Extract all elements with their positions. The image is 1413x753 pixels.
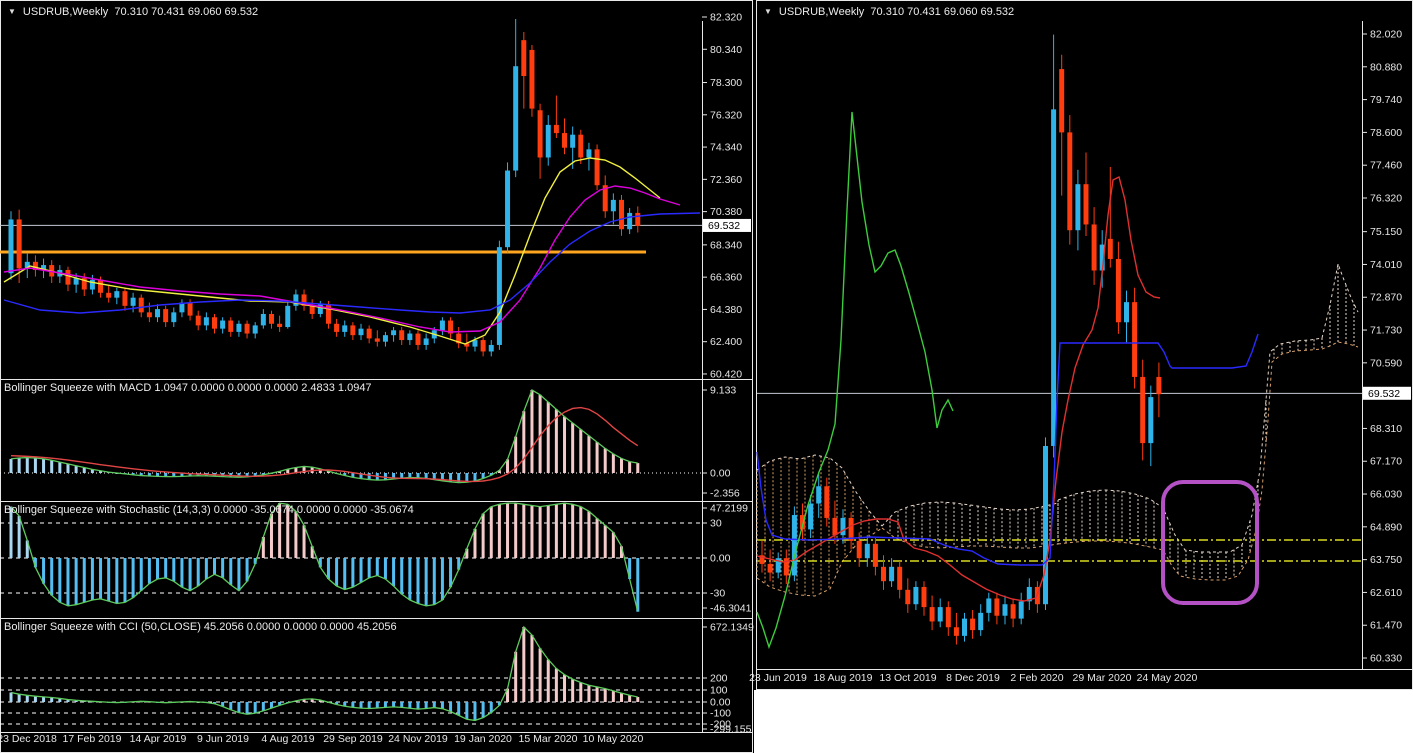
right-price-axis[interactable]: 82.020 80.880 79.740 78.600 77.460 76.320 75.1… bbox=[1362, 21, 1411, 669]
svg-text:76.320: 76.320 bbox=[710, 109, 742, 121]
macd-indicator-label: Bollinger Squeeze with MACD 1.0947 0.000… bbox=[4, 382, 372, 394]
svg-text:47.2199: 47.2199 bbox=[710, 503, 748, 515]
svg-text:66.030: 66.030 bbox=[1370, 489, 1402, 501]
svg-text:-2.356: -2.356 bbox=[710, 488, 740, 500]
right-candles-layer[interactable] bbox=[759, 34, 1162, 645]
svg-text:-299.155: -299.155 bbox=[710, 724, 752, 736]
svg-text:23 Jun 2019: 23 Jun 2019 bbox=[749, 672, 807, 684]
svg-text:69.532: 69.532 bbox=[708, 220, 740, 232]
svg-text:68.340: 68.340 bbox=[710, 239, 742, 251]
svg-text:69.532: 69.532 bbox=[1368, 388, 1400, 400]
svg-text:72.360: 72.360 bbox=[710, 174, 742, 186]
svg-text:17 Feb 2019: 17 Feb 2019 bbox=[63, 733, 122, 745]
svg-text:9 Jun 2019: 9 Jun 2019 bbox=[197, 733, 249, 745]
svg-text:70.590: 70.590 bbox=[1370, 357, 1402, 369]
svg-text:82.320: 82.320 bbox=[710, 12, 742, 24]
macd-panel[interactable]: 9.133 0.00 -2.356 bbox=[0, 379, 753, 500]
svg-text:4 Aug 2019: 4 Aug 2019 bbox=[261, 733, 314, 745]
svg-text:24 May 2020: 24 May 2020 bbox=[1137, 672, 1198, 684]
svg-text:78.300: 78.300 bbox=[710, 77, 742, 89]
ichimoku-lines bbox=[756, 111, 1259, 650]
svg-text:76.320: 76.320 bbox=[1370, 192, 1402, 204]
svg-text:61.470: 61.470 bbox=[1370, 620, 1402, 632]
svg-text:75.150: 75.150 bbox=[1370, 226, 1402, 238]
svg-text:62.400: 62.400 bbox=[710, 336, 742, 348]
right-date-axis[interactable]: 23 Jun 2019 18 Aug 2019 13 Oct 2019 8 Dec 2… bbox=[749, 672, 1197, 684]
svg-text:8 Dec 2019: 8 Dec 2019 bbox=[946, 672, 1000, 684]
svg-text:18 Aug 2019: 18 Aug 2019 bbox=[814, 672, 873, 684]
svg-text:64.380: 64.380 bbox=[710, 304, 742, 316]
svg-text:100: 100 bbox=[710, 685, 728, 697]
svg-text:80.880: 80.880 bbox=[1370, 61, 1402, 73]
svg-text:0.00: 0.00 bbox=[710, 553, 731, 565]
svg-text:-46.3041: -46.3041 bbox=[710, 603, 752, 615]
svg-text:29 Mar 2020: 29 Mar 2020 bbox=[1073, 672, 1132, 684]
svg-text:14 Apr 2019: 14 Apr 2019 bbox=[130, 733, 187, 745]
svg-text:19 Jan 2020: 19 Jan 2020 bbox=[454, 733, 512, 745]
svg-text:63.750: 63.750 bbox=[1370, 554, 1402, 566]
left-date-axis[interactable]: 23 Dec 2018 17 Feb 2019 14 Apr 2019 9 Jun 2… bbox=[0, 733, 644, 745]
svg-text:70.380: 70.380 bbox=[710, 206, 742, 218]
svg-text:78.600: 78.600 bbox=[1370, 127, 1402, 139]
svg-text:24 Nov 2019: 24 Nov 2019 bbox=[388, 733, 448, 745]
svg-text:30: 30 bbox=[710, 518, 722, 530]
stochastic-panel[interactable]: 47.2199 30 0.00 -30 -46.3041 bbox=[0, 501, 753, 615]
stochastic-indicator-label: Bollinger Squeeze with Stochastic (14,3,… bbox=[4, 504, 414, 516]
svg-text:67.170: 67.170 bbox=[1370, 456, 1402, 468]
purple-annotation-box[interactable] bbox=[1161, 480, 1259, 605]
svg-text:66.360: 66.360 bbox=[710, 272, 742, 284]
cci-panel[interactable]: 672.13492001000.00-100-200-299.155 bbox=[0, 618, 754, 736]
svg-text:200: 200 bbox=[710, 673, 728, 685]
svg-text:29 Sep 2019: 29 Sep 2019 bbox=[323, 733, 383, 745]
svg-text:60.420: 60.420 bbox=[710, 368, 742, 380]
svg-text:13 Oct 2019: 13 Oct 2019 bbox=[879, 672, 936, 684]
svg-text:15 Mar 2020: 15 Mar 2020 bbox=[519, 733, 578, 745]
left-candles-layer[interactable] bbox=[8, 18, 641, 357]
svg-text:23 Dec 2018: 23 Dec 2018 bbox=[0, 733, 57, 745]
svg-text:72.870: 72.870 bbox=[1370, 292, 1402, 304]
svg-text:77.460: 77.460 bbox=[1370, 160, 1402, 172]
svg-text:9.133: 9.133 bbox=[710, 385, 736, 397]
svg-text:82.020: 82.020 bbox=[1370, 29, 1402, 41]
svg-text:62.610: 62.610 bbox=[1370, 587, 1402, 599]
charts-canvas[interactable]: 9.133 0.00 -2.356 47.2199 30 0.00 -30 -46.3041 6… bbox=[0, 0, 1413, 753]
svg-text:60.330: 60.330 bbox=[1370, 653, 1402, 665]
ichimoku-cloud bbox=[756, 262, 1359, 597]
svg-text:80.340: 80.340 bbox=[710, 44, 742, 56]
svg-text:79.740: 79.740 bbox=[1370, 94, 1402, 106]
svg-text:68.310: 68.310 bbox=[1370, 423, 1402, 435]
cci-indicator-label: Bollinger Squeeze with CCI (50,CLOSE) 45… bbox=[4, 621, 397, 633]
svg-text:10 May 2020: 10 May 2020 bbox=[583, 733, 644, 745]
svg-text:0.00: 0.00 bbox=[710, 468, 731, 480]
svg-text:2 Feb 2020: 2 Feb 2020 bbox=[1010, 672, 1063, 684]
svg-text:71.730: 71.730 bbox=[1370, 325, 1402, 337]
svg-text:-30: -30 bbox=[710, 588, 725, 600]
svg-text:64.890: 64.890 bbox=[1370, 521, 1402, 533]
svg-text:672.1349: 672.1349 bbox=[710, 622, 754, 634]
svg-text:74.340: 74.340 bbox=[710, 142, 742, 154]
svg-text:74.010: 74.010 bbox=[1370, 259, 1402, 271]
